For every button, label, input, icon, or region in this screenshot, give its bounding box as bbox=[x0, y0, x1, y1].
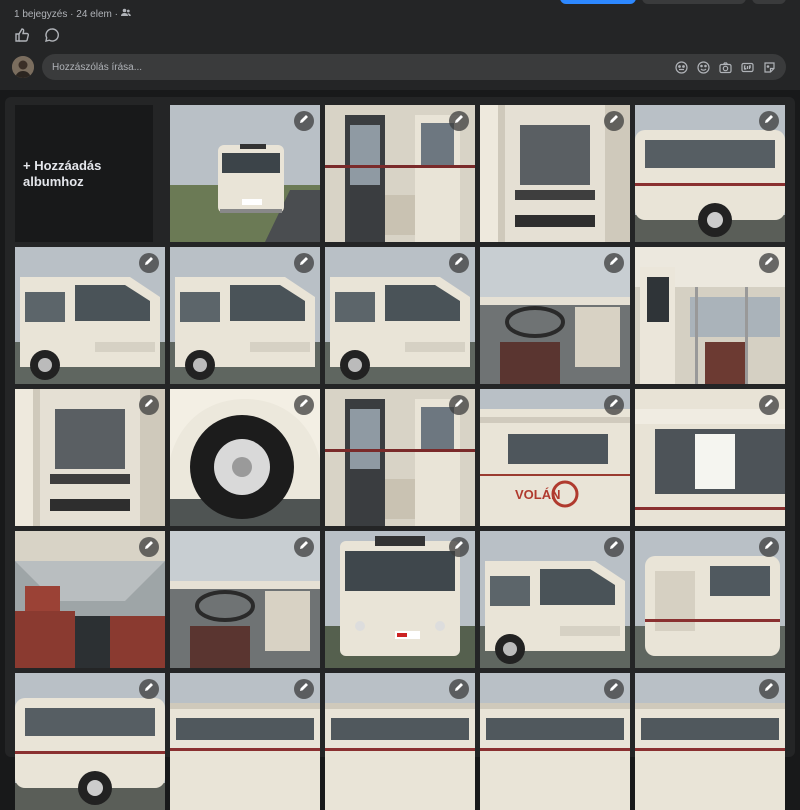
pencil-icon bbox=[608, 538, 620, 556]
edit-photo-button[interactable] bbox=[759, 537, 779, 557]
album-photo[interactable] bbox=[480, 531, 630, 668]
comment-composer: Hozzászólás írása... bbox=[12, 54, 786, 80]
album-photo[interactable] bbox=[170, 105, 320, 242]
edit-photo-button[interactable] bbox=[759, 679, 779, 699]
edit-photo-button[interactable] bbox=[294, 253, 314, 273]
edit-photo-button[interactable] bbox=[449, 253, 469, 273]
edit-photo-button[interactable] bbox=[604, 253, 624, 273]
pencil-icon bbox=[298, 538, 310, 556]
edit-photo-button[interactable] bbox=[449, 395, 469, 415]
edit-photo-button[interactable] bbox=[294, 395, 314, 415]
comment-placeholder: Hozzászólás írása... bbox=[52, 61, 143, 73]
album-photo[interactable] bbox=[325, 389, 475, 526]
album-photo[interactable]: VOLÁN bbox=[480, 389, 630, 526]
secondary-button[interactable] bbox=[642, 0, 746, 4]
edit-photo-button[interactable] bbox=[294, 679, 314, 699]
pencil-icon bbox=[608, 254, 620, 272]
edit-photo-button[interactable] bbox=[449, 537, 469, 557]
album-photo[interactable] bbox=[15, 247, 165, 384]
more-button[interactable] bbox=[752, 0, 786, 4]
edit-photo-button[interactable] bbox=[449, 679, 469, 699]
comment-tools bbox=[675, 60, 776, 74]
emoji-icon[interactable] bbox=[697, 60, 710, 74]
album-photo[interactable] bbox=[170, 247, 320, 384]
pencil-icon bbox=[763, 680, 775, 698]
album-photo[interactable] bbox=[15, 531, 165, 668]
pencil-icon bbox=[763, 538, 775, 556]
reaction-bar bbox=[14, 27, 60, 43]
meta-text: 1 bejegyzés · 24 elem · bbox=[14, 8, 118, 20]
edit-photo-button[interactable] bbox=[139, 253, 159, 273]
pencil-icon bbox=[453, 396, 465, 414]
edit-photo-button[interactable] bbox=[759, 111, 779, 131]
people-icon bbox=[120, 8, 131, 20]
avatar[interactable] bbox=[12, 56, 34, 78]
edit-photo-button[interactable] bbox=[604, 537, 624, 557]
pencil-icon bbox=[763, 254, 775, 272]
edit-photo-button[interactable] bbox=[604, 395, 624, 415]
album-photo[interactable] bbox=[170, 389, 320, 526]
edit-photo-button[interactable] bbox=[604, 679, 624, 699]
pencil-icon bbox=[608, 680, 620, 698]
album-photo[interactable] bbox=[635, 247, 785, 384]
pencil-icon bbox=[763, 396, 775, 414]
pencil-icon bbox=[763, 112, 775, 130]
camera-icon[interactable] bbox=[719, 61, 732, 74]
pencil-icon bbox=[143, 538, 155, 556]
add-to-album-label: + Hozzáadás albumhoz bbox=[23, 157, 102, 189]
pencil-icon bbox=[453, 680, 465, 698]
pencil-icon bbox=[143, 680, 155, 698]
primary-button[interactable] bbox=[560, 0, 636, 4]
edit-photo-button[interactable] bbox=[294, 111, 314, 131]
edit-photo-button[interactable] bbox=[759, 253, 779, 273]
edit-photo-button[interactable] bbox=[759, 395, 779, 415]
pencil-icon bbox=[453, 112, 465, 130]
album-panel: + Hozzáadás albumhoz VOLÁN bbox=[5, 97, 795, 810]
edit-photo-button[interactable] bbox=[139, 537, 159, 557]
pencil-icon bbox=[608, 396, 620, 414]
pencil-icon bbox=[298, 396, 310, 414]
avatar-sticker-icon[interactable] bbox=[675, 60, 688, 74]
album-photo[interactable] bbox=[635, 105, 785, 242]
pencil-icon bbox=[143, 254, 155, 272]
edit-photo-button[interactable] bbox=[449, 111, 469, 131]
pencil-icon bbox=[453, 254, 465, 272]
thumbs-up-icon[interactable] bbox=[14, 27, 30, 43]
pencil-icon bbox=[143, 396, 155, 414]
pencil-icon bbox=[298, 254, 310, 272]
album-photo[interactable] bbox=[15, 389, 165, 526]
post-footer: 1 bejegyzés · 24 elem · Hozzászólás írás… bbox=[0, 0, 800, 90]
gif-icon[interactable] bbox=[741, 61, 754, 74]
pencil-icon bbox=[608, 112, 620, 130]
edit-photo-button[interactable] bbox=[139, 679, 159, 699]
pencil-icon bbox=[453, 538, 465, 556]
edit-photo-button[interactable] bbox=[604, 111, 624, 131]
album-photo[interactable] bbox=[170, 531, 320, 668]
edit-photo-button[interactable] bbox=[139, 395, 159, 415]
album-photo[interactable] bbox=[325, 105, 475, 242]
sticker-icon[interactable] bbox=[763, 61, 776, 74]
album-photo[interactable] bbox=[480, 105, 630, 242]
pencil-icon bbox=[298, 112, 310, 130]
album-photo[interactable] bbox=[480, 247, 630, 384]
album-photo[interactable] bbox=[325, 247, 475, 384]
album-photo[interactable] bbox=[635, 531, 785, 668]
album-photo[interactable] bbox=[635, 389, 785, 526]
pencil-icon bbox=[298, 680, 310, 698]
comment-bubble-icon[interactable] bbox=[44, 27, 60, 43]
edit-photo-button[interactable] bbox=[294, 537, 314, 557]
post-meta: 1 bejegyzés · 24 elem · bbox=[14, 8, 131, 20]
add-to-album-button[interactable]: + Hozzáadás albumhoz bbox=[15, 105, 153, 242]
album-photo[interactable] bbox=[325, 531, 475, 668]
comment-input[interactable]: Hozzászólás írása... bbox=[42, 54, 786, 80]
